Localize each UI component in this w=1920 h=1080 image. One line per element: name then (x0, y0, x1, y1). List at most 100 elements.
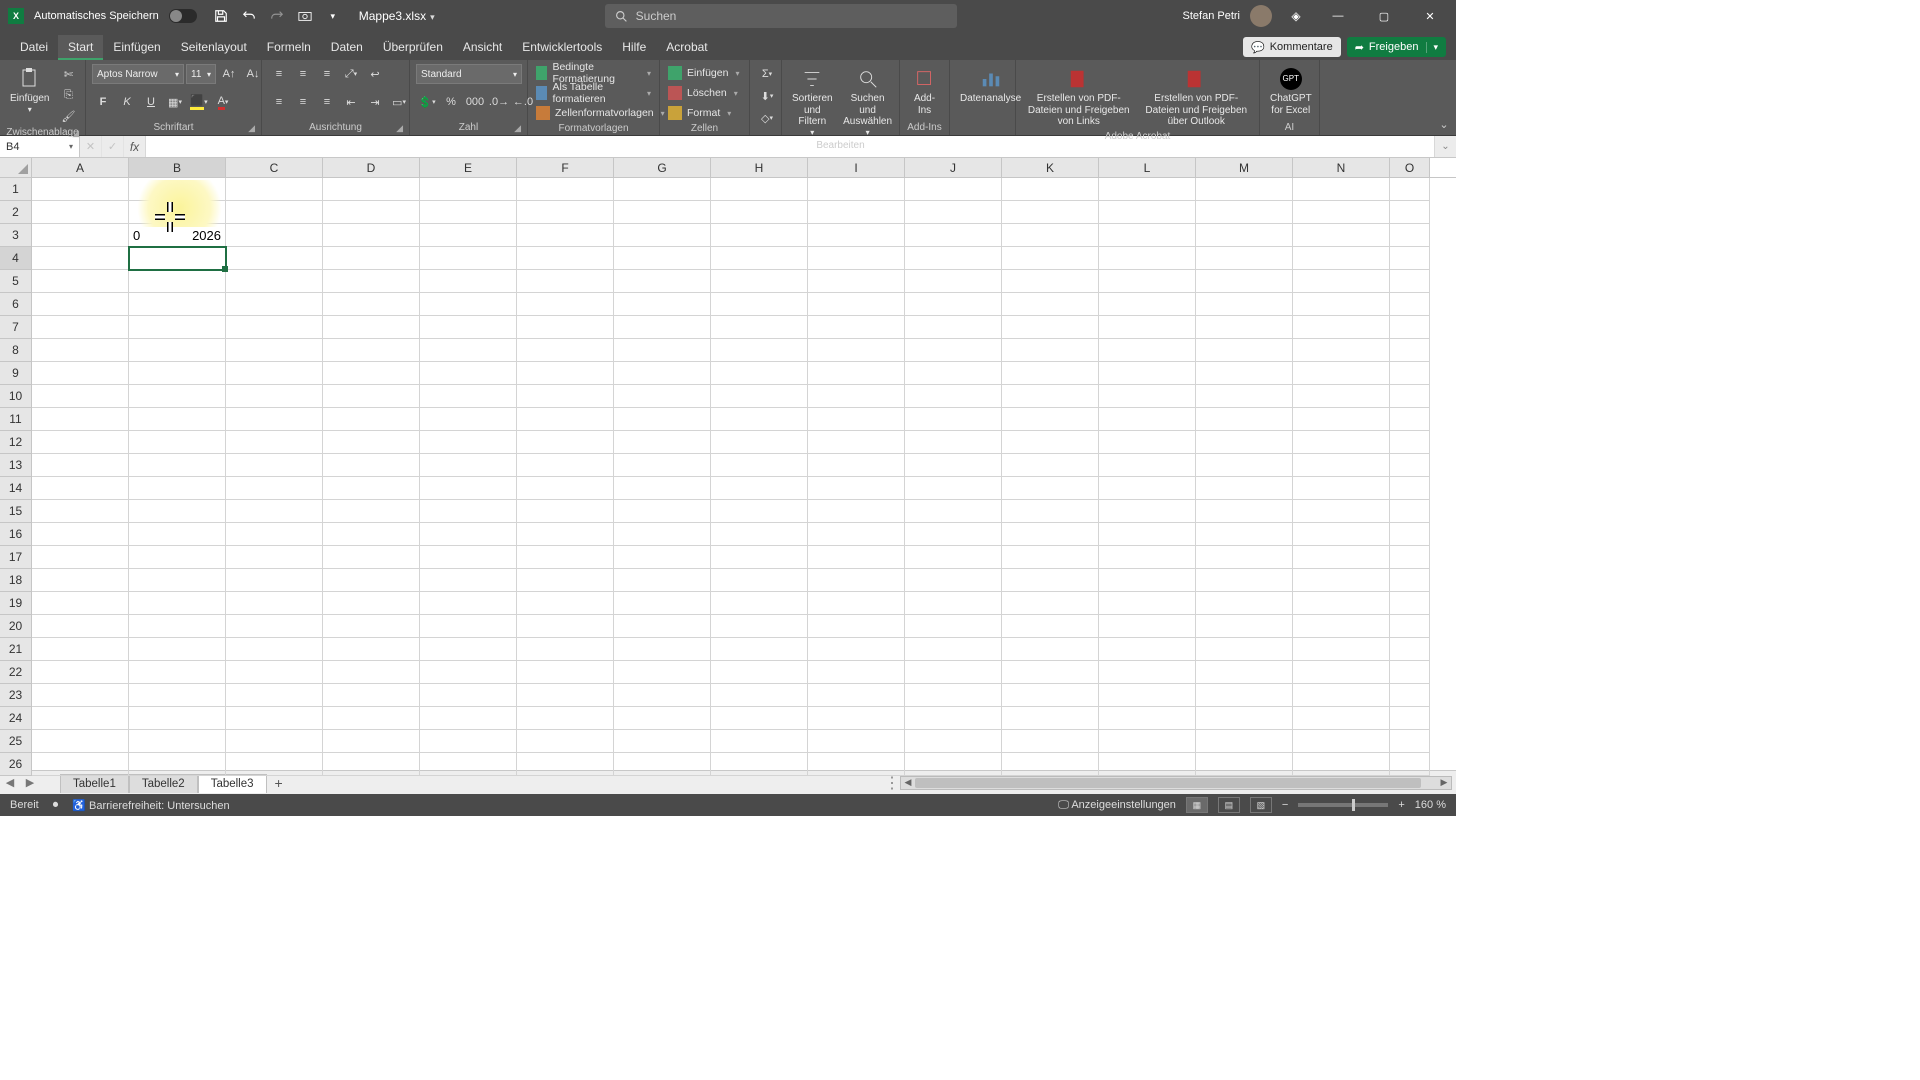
cell[interactable] (129, 247, 226, 270)
cell[interactable] (323, 454, 420, 477)
cell[interactable] (614, 454, 711, 477)
cell[interactable] (323, 661, 420, 684)
accounting-button[interactable]: 💲▾ (416, 92, 438, 112)
row-header[interactable]: 5 (0, 270, 32, 293)
cell[interactable] (32, 339, 129, 362)
cell[interactable] (517, 385, 614, 408)
cell[interactable] (1196, 661, 1293, 684)
cell[interactable] (226, 753, 323, 776)
cell[interactable] (1390, 178, 1430, 201)
cell[interactable] (905, 454, 1002, 477)
cell[interactable] (1002, 500, 1099, 523)
cell[interactable] (129, 684, 226, 707)
cell[interactable] (129, 293, 226, 316)
sort-filter-button[interactable]: Sortieren und Filtern▾ (788, 64, 837, 139)
row-header[interactable]: 16 (0, 523, 32, 546)
cell[interactable] (905, 247, 1002, 270)
cell[interactable] (905, 546, 1002, 569)
save-button[interactable] (209, 4, 233, 28)
cell[interactable] (905, 592, 1002, 615)
cell[interactable] (1196, 339, 1293, 362)
cell[interactable] (420, 477, 517, 500)
cell[interactable] (1099, 408, 1196, 431)
cancel-formula-button[interactable]: ✕ (80, 136, 102, 157)
cell[interactable] (808, 500, 905, 523)
tab-einfuegen[interactable]: Einfügen (103, 35, 170, 60)
tab-start[interactable]: Start (58, 35, 103, 60)
tab-entwicklertools[interactable]: Entwicklertools (512, 35, 612, 60)
row-header[interactable]: 12 (0, 431, 32, 454)
cell[interactable] (808, 178, 905, 201)
cell[interactable] (1293, 454, 1390, 477)
cell[interactable] (420, 500, 517, 523)
cell[interactable] (1390, 546, 1430, 569)
cell[interactable] (711, 523, 808, 546)
cell[interactable] (517, 477, 614, 500)
cell[interactable] (1390, 385, 1430, 408)
cell[interactable] (1196, 638, 1293, 661)
copy-button[interactable]: ⎘ (57, 85, 79, 105)
col-header-E[interactable]: E (420, 158, 517, 177)
cells-delete-button[interactable]: Löschen▾ (666, 84, 740, 102)
cell[interactable] (1099, 247, 1196, 270)
cell[interactable] (1293, 362, 1390, 385)
cell[interactable] (226, 638, 323, 661)
cell[interactable] (711, 477, 808, 500)
sheet-nav-prev[interactable]: ◀ (0, 776, 20, 789)
cell[interactable] (129, 385, 226, 408)
cell[interactable] (420, 316, 517, 339)
cell[interactable] (1002, 477, 1099, 500)
cell[interactable] (905, 569, 1002, 592)
cell[interactable] (32, 362, 129, 385)
acrobat-share-links-button[interactable]: Erstellen von PDF-Dateien und Freigeben … (1022, 64, 1136, 130)
cell[interactable] (905, 500, 1002, 523)
font-color-button[interactable]: A▾ (212, 92, 234, 112)
row-header[interactable]: 23 (0, 684, 32, 707)
cell[interactable] (905, 201, 1002, 224)
cell[interactable] (323, 707, 420, 730)
align-bottom-button[interactable]: ≡ (316, 64, 338, 84)
cell[interactable] (808, 201, 905, 224)
cell[interactable] (1196, 408, 1293, 431)
cell[interactable] (1099, 707, 1196, 730)
row-header[interactable]: 24 (0, 707, 32, 730)
cell[interactable] (226, 661, 323, 684)
cell[interactable] (1196, 569, 1293, 592)
cell[interactable] (1390, 523, 1430, 546)
cell[interactable] (1293, 707, 1390, 730)
cell[interactable] (32, 270, 129, 293)
cell[interactable] (905, 684, 1002, 707)
cell[interactable] (129, 431, 226, 454)
cell[interactable] (1002, 684, 1099, 707)
col-header-L[interactable]: L (1099, 158, 1196, 177)
cell[interactable] (129, 569, 226, 592)
cell[interactable] (323, 753, 420, 776)
wrap-text-button[interactable]: ↩ (364, 64, 386, 84)
cell[interactable] (226, 569, 323, 592)
cell[interactable] (1390, 339, 1430, 362)
cell[interactable] (323, 500, 420, 523)
cell[interactable] (129, 339, 226, 362)
cell[interactable] (1293, 753, 1390, 776)
cell[interactable] (32, 316, 129, 339)
cell[interactable] (1196, 247, 1293, 270)
row-header[interactable]: 22 (0, 661, 32, 684)
cell[interactable] (1390, 661, 1430, 684)
cell[interactable] (1293, 431, 1390, 454)
chatgpt-button[interactable]: GPTChatGPT for Excel (1266, 64, 1316, 118)
cell[interactable] (808, 707, 905, 730)
cell[interactable] (1390, 431, 1430, 454)
cell[interactable] (808, 638, 905, 661)
cell[interactable] (905, 362, 1002, 385)
cell[interactable] (129, 500, 226, 523)
cell[interactable] (808, 661, 905, 684)
cell[interactable] (614, 339, 711, 362)
cell[interactable] (517, 270, 614, 293)
tab-formeln[interactable]: Formeln (257, 35, 321, 60)
cell[interactable] (1390, 454, 1430, 477)
cell[interactable] (129, 316, 226, 339)
cell[interactable] (420, 753, 517, 776)
cell[interactable] (323, 178, 420, 201)
cell[interactable] (905, 224, 1002, 247)
cell[interactable] (808, 615, 905, 638)
